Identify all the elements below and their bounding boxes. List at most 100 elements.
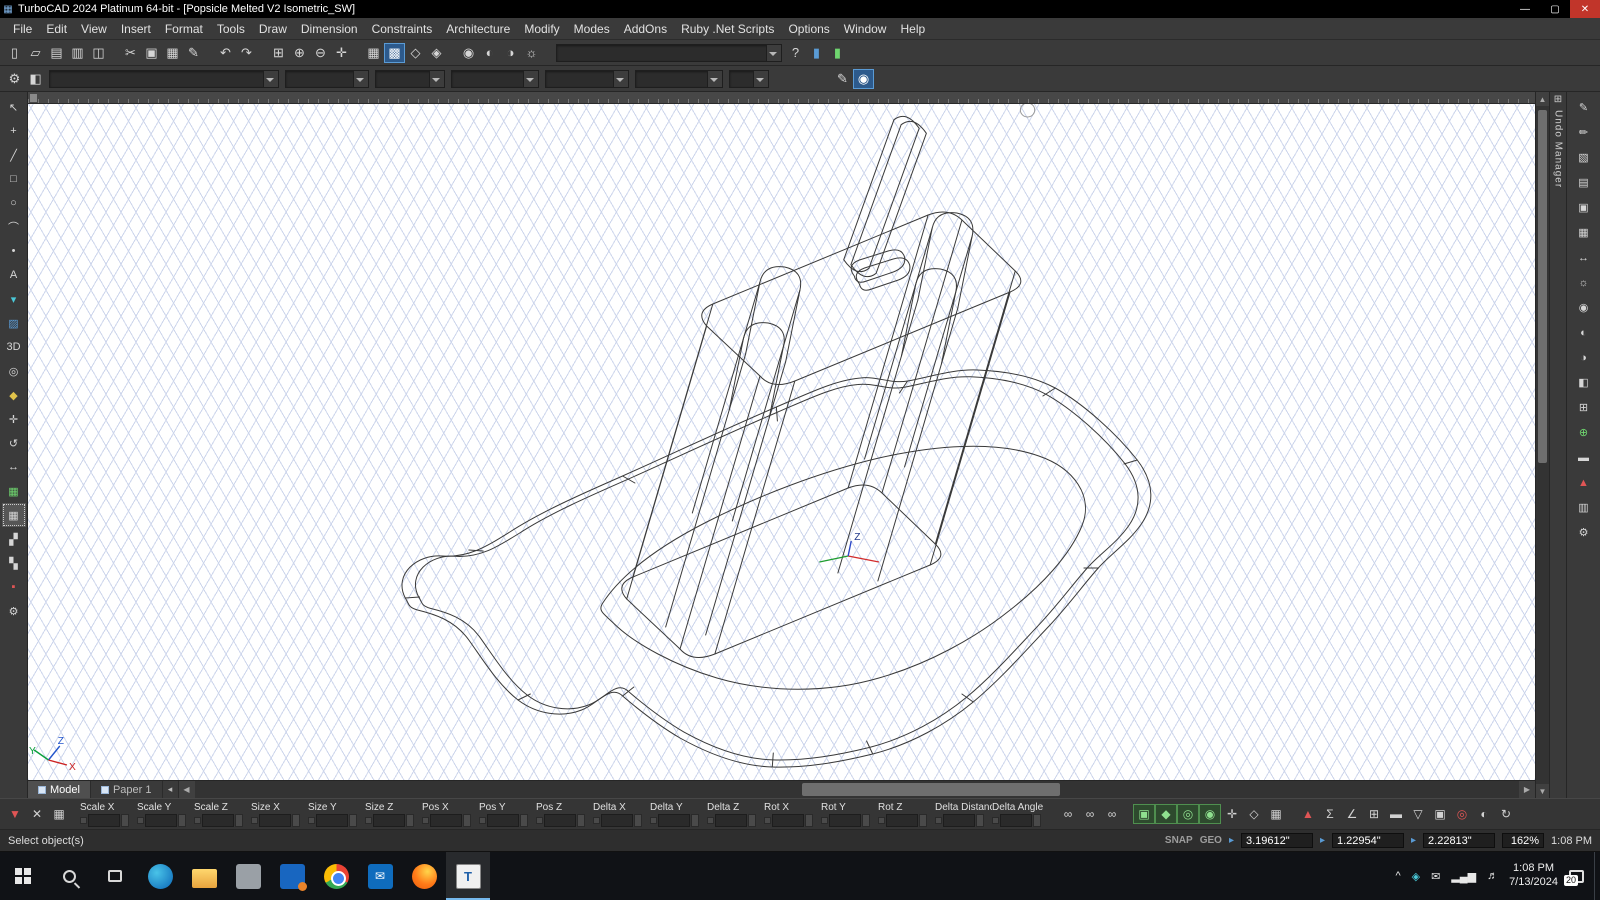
field-stepper-icon[interactable]	[520, 813, 528, 827]
world-icon[interactable]: ◐	[1473, 804, 1495, 824]
app-turbocad[interactable]: T	[446, 852, 490, 900]
text-style-combo[interactable]	[729, 69, 769, 88]
field-lock-icon[interactable]	[80, 816, 87, 824]
link-x-icon[interactable]: ∞	[1057, 804, 1079, 824]
field-stepper-icon[interactable]	[235, 813, 243, 827]
prism-tool-icon[interactable]: ◆	[2, 383, 26, 407]
ortho-icon[interactable]: ◇	[405, 43, 426, 63]
field-value-input[interactable]	[487, 813, 519, 827]
coord-z-input[interactable]: 2.22813"	[1423, 833, 1496, 848]
coord-y-input[interactable]: 1.22954"	[1332, 833, 1404, 848]
menu-ruby-net-scripts[interactable]: Ruby .Net Scripts	[674, 20, 781, 38]
field-stepper-icon[interactable]	[919, 813, 927, 827]
database-palette-icon[interactable]: ▥	[1572, 495, 1596, 520]
undo-manager-panel[interactable]: ⊞ Undo Manager	[1549, 92, 1566, 798]
field-value-input[interactable]	[259, 813, 291, 827]
snap-center-icon[interactable]: ◎	[1177, 804, 1199, 824]
field-lock-icon[interactable]	[593, 816, 600, 824]
brush-palette-icon[interactable]: ▧	[1572, 145, 1596, 170]
field-stepper-icon[interactable]	[691, 813, 699, 827]
app-office[interactable]	[270, 852, 314, 900]
ruler-icon[interactable]: ▬	[1385, 804, 1407, 824]
field-stepper-icon[interactable]	[463, 813, 471, 827]
minimize-button[interactable]: —	[1510, 0, 1540, 18]
zoom-in-icon[interactable]: ⊕	[289, 43, 310, 63]
coord-y-marker-icon[interactable]: ▸	[1320, 835, 1325, 846]
target-icon[interactable]: ◎	[1451, 804, 1473, 824]
workplane-icon[interactable]: ◈	[426, 43, 447, 63]
brush-style-combo[interactable]	[635, 69, 723, 88]
field-value-input[interactable]	[601, 813, 633, 827]
gear-palette-icon[interactable]: ⚙	[1572, 520, 1596, 545]
insp-selector-icon[interactable]: ▼	[4, 804, 26, 824]
field-stepper-icon[interactable]	[178, 813, 186, 827]
move-tool-icon[interactable]: ✛	[2, 407, 26, 431]
undo-icon[interactable]: ↶	[215, 43, 236, 63]
app-firefox[interactable]	[402, 852, 446, 900]
start-button[interactable]	[0, 852, 46, 900]
field-value-input[interactable]	[943, 813, 975, 827]
open-file-icon[interactable]: ▱	[25, 43, 46, 63]
print-icon[interactable]: ▥	[67, 43, 88, 63]
coord-x-input[interactable]: 3.19612"	[1240, 833, 1313, 848]
redo-icon[interactable]: ↷	[236, 43, 257, 63]
camera-icon[interactable]: ◉	[458, 43, 479, 63]
menu-help[interactable]: Help	[893, 20, 932, 38]
pen-width-combo[interactable]	[451, 69, 539, 88]
alert-palette-icon[interactable]: ▲	[1572, 470, 1596, 495]
field-lock-icon[interactable]	[707, 816, 714, 824]
camera-palette-icon[interactable]: ◉	[1572, 295, 1596, 320]
field-stepper-icon[interactable]	[577, 813, 585, 827]
help-pointer-icon[interactable]: ?	[785, 43, 806, 63]
field-lock-icon[interactable]	[251, 816, 258, 824]
close-button[interactable]: ✕	[1570, 0, 1600, 18]
filter-icon[interactable]: ▽	[1407, 804, 1429, 824]
tab-scroll-arrow[interactable]: ◂	[163, 781, 179, 798]
lock-icon[interactable]: ▣	[1429, 804, 1451, 824]
field-stepper-icon[interactable]	[748, 813, 756, 827]
pan-icon[interactable]: ✛	[331, 43, 352, 63]
save-icon[interactable]: ▤	[46, 43, 67, 63]
menu-dimension[interactable]: Dimension	[294, 20, 365, 38]
text-tool-icon[interactable]: A	[2, 263, 26, 287]
menu-tools[interactable]: Tools	[210, 20, 252, 38]
scroll-down-icon[interactable]: ▼	[1536, 784, 1549, 798]
layers-palette-icon[interactable]: ▤	[1572, 170, 1596, 195]
horizontal-scroll-thumb[interactable]	[802, 783, 1061, 796]
field-value-input[interactable]	[202, 813, 234, 827]
marker-tool-icon[interactable]: ▾	[2, 287, 26, 311]
zoom-level[interactable]: 162%	[1502, 833, 1545, 848]
menu-edit[interactable]: Edit	[39, 20, 74, 38]
field-value-input[interactable]	[715, 813, 747, 827]
field-value-input[interactable]	[658, 813, 690, 827]
point-tool-icon[interactable]: •	[2, 239, 26, 263]
pen-tool-icon[interactable]: ✎	[832, 69, 853, 89]
cut-icon[interactable]: ✂	[120, 43, 141, 63]
render-mode-icon[interactable]: ◐	[479, 43, 500, 63]
snap-nearest-icon[interactable]: ◇	[1243, 804, 1265, 824]
vertical-scroll-thumb[interactable]	[1538, 110, 1547, 463]
pick-tool-icon[interactable]: +	[2, 119, 26, 143]
insp-grid-icon[interactable]: ▦	[48, 804, 70, 824]
tab-model[interactable]: Model	[28, 781, 91, 798]
field-lock-icon[interactable]	[365, 816, 372, 824]
field-value-input[interactable]	[829, 813, 861, 827]
field-lock-icon[interactable]	[137, 816, 144, 824]
scroll-up-icon[interactable]: ▲	[1536, 92, 1549, 106]
materials-icon[interactable]: ◑	[500, 43, 521, 63]
search-button[interactable]	[46, 852, 92, 900]
tray-chevron-icon[interactable]: ^	[1395, 870, 1400, 882]
layer-combo[interactable]	[285, 69, 369, 88]
style-manager-icon[interactable]: ◧	[25, 69, 46, 89]
sum-icon[interactable]: Σ	[1319, 804, 1341, 824]
insp-clear-icon[interactable]: ✕	[26, 804, 48, 824]
dock-left-icon[interactable]: ▮	[806, 43, 827, 63]
field-lock-icon[interactable]	[308, 816, 315, 824]
zoom-out-icon[interactable]: ⊖	[310, 43, 331, 63]
paste-icon[interactable]: ▦	[162, 43, 183, 63]
mode-3d-icon[interactable]: 3D	[2, 335, 26, 359]
tray-app-icon[interactable]: ◈	[1412, 870, 1420, 883]
menu-format[interactable]: Format	[158, 20, 210, 38]
copy-icon[interactable]: ▣	[141, 43, 162, 63]
menu-architecture[interactable]: Architecture	[439, 20, 517, 38]
